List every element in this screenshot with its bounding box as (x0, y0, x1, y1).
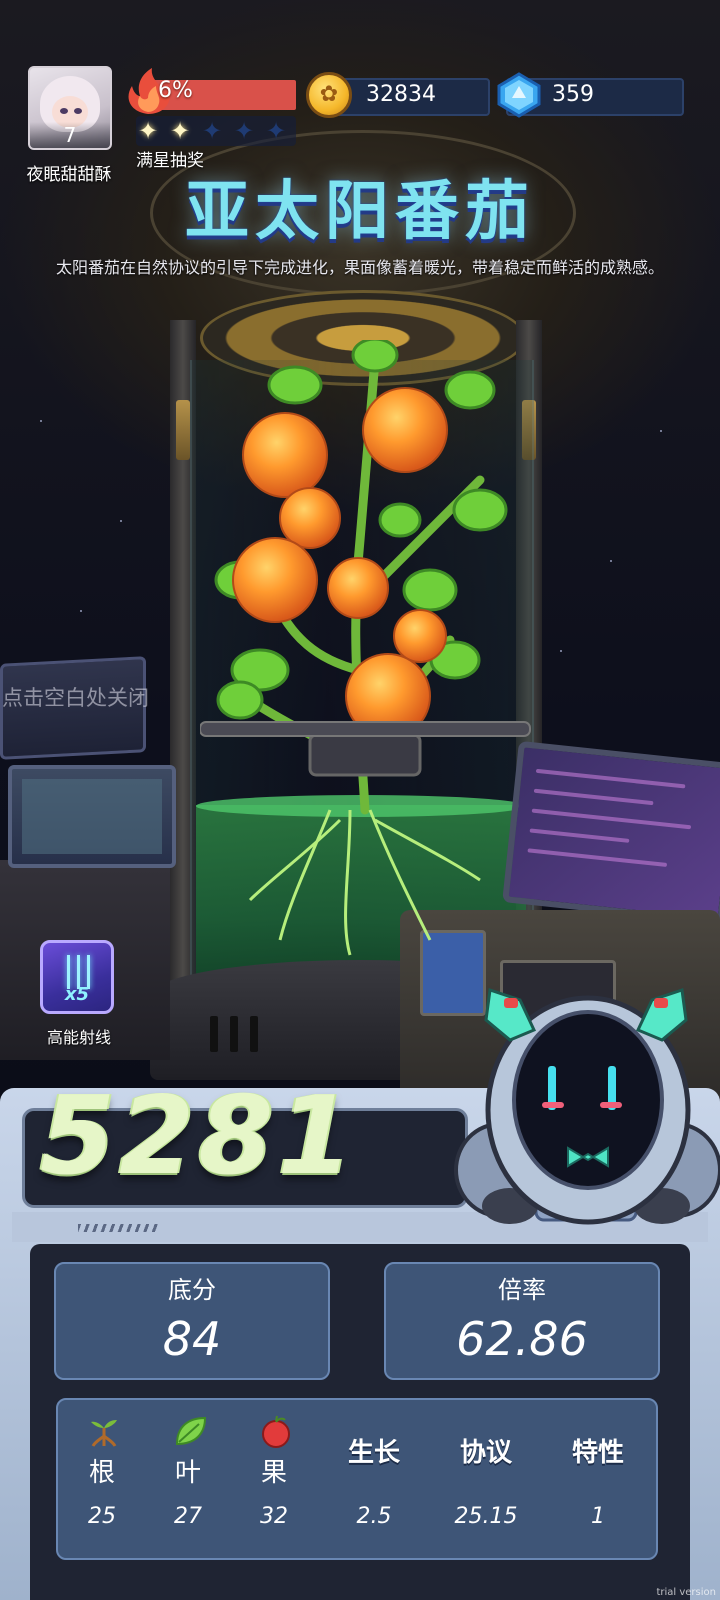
fire-progress-bar: 6% (122, 66, 298, 114)
base-score-card: 底分 84 (54, 1262, 330, 1380)
plant-description: 太阳番茄在自然协议的引导下完成进化，果面像蓄着暖光，带着稳定而鲜活的成熟感。 (56, 258, 665, 277)
plant-title: 亚太阳番茄 (185, 175, 535, 249)
attr-value: 25 (88, 1504, 116, 1529)
attr-name: 生长 (347, 1438, 400, 1468)
player-level: 7 (30, 122, 110, 148)
multiplier-card: 倍率 62.86 (384, 1262, 660, 1380)
attr-name: 协议 (459, 1438, 512, 1468)
attribute-card: 根 25 叶 27 果 32 生长 2.5 协议 25.15 特性 1 (56, 1398, 658, 1560)
robot-mascot (454, 988, 720, 1225)
hatch-decoration (78, 1224, 158, 1232)
attr-name: 叶 (174, 1458, 201, 1488)
star-empty-icon: ✦ (266, 117, 287, 145)
gem-icon (497, 72, 541, 118)
attr-value: 25.15 (454, 1504, 518, 1529)
multiplier-value: 62.86 (456, 1312, 588, 1366)
trial-watermark: trial version (656, 1587, 716, 1598)
total-score: 5281 (40, 1074, 357, 1199)
attr-value: 2.5 (356, 1504, 392, 1529)
base-score-value: 84 (162, 1312, 222, 1366)
attr-value: 27 (174, 1504, 202, 1529)
attr-name: 根 (88, 1458, 115, 1488)
skill-label: 高能射线 (46, 1028, 111, 1047)
star-empty-icon: ✦ (202, 117, 223, 145)
fruit-icon (262, 1415, 290, 1448)
attr-name: 果 (260, 1458, 287, 1488)
leaf-icon (175, 1416, 207, 1446)
star-filled-icon: ✦ (138, 117, 159, 145)
root-icon (91, 1420, 117, 1447)
skill-multiplier: x5 (64, 984, 90, 1005)
gem-amount: 359 (552, 82, 594, 107)
attr-value: 32 (260, 1504, 288, 1529)
base-score-label: 底分 (168, 1276, 216, 1304)
star-filled-icon: ✦ (170, 117, 191, 145)
tap-to-close-hint: 点击空白处关闭 (2, 686, 149, 710)
star-empty-icon: ✦ (234, 117, 255, 145)
progress-percent: 6% (158, 78, 193, 103)
attr-value: 1 (591, 1504, 605, 1529)
coin-icon: ✿ (306, 72, 352, 118)
player-avatar[interactable]: 7 (28, 66, 112, 150)
coin-amount: 32834 (366, 82, 436, 107)
attr-name: 特性 (571, 1438, 624, 1468)
energy-ray-skill-button[interactable]: x5 (40, 940, 114, 1014)
star-rating: ✦ ✦ ✦ ✦ ✦ (136, 116, 296, 146)
multiplier-label: 倍率 (498, 1276, 546, 1304)
tomato-plant-image (200, 340, 531, 956)
